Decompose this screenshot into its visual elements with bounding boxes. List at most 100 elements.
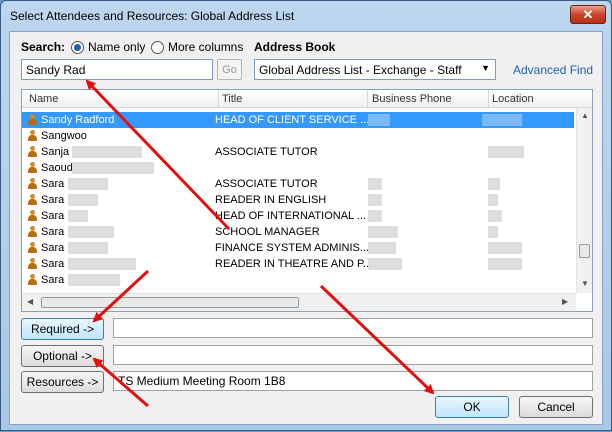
redacted-surname <box>72 146 142 158</box>
required-field[interactable] <box>113 318 593 338</box>
resources-field[interactable]: TS Medium Meeting Room 1B8 <box>113 371 593 391</box>
redacted-location <box>488 146 524 158</box>
redacted-surname <box>68 226 114 238</box>
row-name: Sara <box>41 226 65 238</box>
row-title: HEAD OF INTERNATIONAL ... <box>215 210 366 222</box>
address-book-select[interactable]: Global Address List - Exchange - Staff ▼ <box>254 59 496 80</box>
redacted-location <box>488 242 522 254</box>
table-row[interactable]: Sara READER IN ENGLISH <box>22 192 574 208</box>
scroll-right-icon[interactable]: ▶ <box>562 297 568 306</box>
scroll-thumb[interactable] <box>579 244 590 258</box>
redacted-location <box>488 194 498 206</box>
redacted-location <box>488 210 502 222</box>
row-name: Sangwoo <box>41 130 87 142</box>
ok-button[interactable]: OK <box>435 396 509 418</box>
table-row[interactable]: Saoud <box>22 160 574 176</box>
row-name: Sara <box>41 210 65 222</box>
redacted-surname <box>68 258 136 270</box>
redacted-phone <box>368 194 382 206</box>
address-book-label: Address Book <box>254 40 336 54</box>
row-name: Sara <box>41 258 65 270</box>
radio-name-only-label: Name only <box>88 40 146 54</box>
search-input[interactable]: Sandy Rad <box>21 59 213 80</box>
redacted-phone <box>368 242 396 254</box>
advanced-find-link[interactable]: Advanced Find <box>513 63 593 77</box>
scroll-left-icon[interactable]: ◀ <box>27 297 33 306</box>
column-divider[interactable] <box>488 90 489 108</box>
table-row[interactable]: Sara READER IN THEATRE AND P... <box>22 256 574 272</box>
radio-more-columns[interactable]: More columns <box>151 40 243 54</box>
close-button[interactable]: ✕ <box>570 5 606 24</box>
scroll-thumb[interactable] <box>41 297 299 308</box>
redacted-phone <box>368 114 390 126</box>
list-header: Name Title Business Phone Location <box>22 90 592 108</box>
dropdown-arrow-icon[interactable]: ▼ <box>481 63 490 73</box>
row-title: ASSOCIATE TUTOR <box>215 178 318 190</box>
scroll-up-icon[interactable]: ▲ <box>581 111 589 120</box>
row-title: READER IN THEATRE AND P... <box>215 258 373 270</box>
column-divider[interactable] <box>367 90 368 108</box>
redacted-location <box>482 114 522 126</box>
row-title: READER IN ENGLISH <box>215 194 327 206</box>
contact-icon <box>27 130 38 142</box>
table-row[interactable]: Sara SCHOOL MANAGER <box>22 224 574 240</box>
row-name: Sanja <box>41 146 70 158</box>
redacted-phone <box>368 258 402 270</box>
table-row[interactable]: Sandy Radford HEAD OF CLIENT SERVICE ... <box>22 112 574 128</box>
contact-icon <box>27 258 38 270</box>
address-book-selected: Global Address List - Exchange - Staff <box>259 63 462 77</box>
horizontal-scrollbar[interactable]: ◀ ▶ <box>22 293 576 311</box>
column-header-business-phone[interactable]: Business Phone <box>372 93 452 105</box>
contact-icon <box>27 226 38 238</box>
redacted-surname <box>68 274 120 286</box>
contact-icon <box>27 274 38 286</box>
optional-button[interactable]: Optional -> <box>21 345 104 367</box>
column-header-name[interactable]: Name <box>29 93 58 105</box>
column-header-location[interactable]: Location <box>492 93 534 105</box>
table-row[interactable]: Sangwoo <box>22 128 574 144</box>
redacted-phone <box>368 226 398 238</box>
redacted-phone <box>368 210 382 222</box>
redacted-location <box>488 226 498 238</box>
row-name: Sara <box>41 274 65 286</box>
redacted-surname <box>72 162 154 174</box>
redacted-surname <box>68 178 108 190</box>
contact-icon <box>27 114 38 126</box>
radio-selected-icon <box>71 40 84 54</box>
contact-icon <box>27 162 38 174</box>
required-button[interactable]: Required -> <box>21 318 104 340</box>
go-button[interactable]: Go <box>217 59 242 80</box>
row-name: Sandy Radford <box>41 114 115 126</box>
row-name: Sara <box>41 194 65 206</box>
resources-button[interactable]: Resources -> <box>21 371 104 393</box>
row-name: Sara <box>41 178 65 190</box>
radio-name-only[interactable]: Name only <box>71 40 145 54</box>
window-title: Select Attendees and Resources: Global A… <box>10 9 295 23</box>
address-list[interactable]: Name Title Business Phone Location Sandy… <box>21 89 593 312</box>
table-row[interactable]: Sanja ASSOCIATE TUTOR <box>22 144 574 160</box>
row-title: HEAD OF CLIENT SERVICE ... <box>215 114 370 126</box>
table-row[interactable]: Sara ASSOCIATE TUTOR <box>22 176 574 192</box>
contact-icon <box>27 194 38 206</box>
row-title: ASSOCIATE TUTOR <box>215 146 318 158</box>
search-label: Search: <box>21 40 66 54</box>
vertical-scrollbar[interactable]: ▲ ▼ <box>576 108 592 293</box>
contact-icon <box>27 242 38 254</box>
optional-field[interactable] <box>113 345 593 365</box>
scroll-down-icon[interactable]: ▼ <box>581 279 589 288</box>
redacted-surname <box>68 210 88 222</box>
row-name: Saoud <box>41 162 73 174</box>
table-row[interactable]: Sara HEAD OF INTERNATIONAL ... <box>22 208 574 224</box>
row-name: Sara <box>41 242 65 254</box>
radio-unselected-icon <box>151 40 164 54</box>
column-header-title[interactable]: Title <box>222 93 242 105</box>
title-bar[interactable]: Select Attendees and Resources: Global A… <box>1 1 611 31</box>
column-divider[interactable] <box>218 90 219 108</box>
row-title: FINANCE SYSTEM ADMINIS... <box>215 242 370 254</box>
redacted-surname <box>68 194 98 206</box>
contact-icon <box>27 178 38 190</box>
table-row[interactable]: Sara <box>22 272 574 288</box>
cancel-button[interactable]: Cancel <box>519 396 593 418</box>
table-row[interactable]: Sara FINANCE SYSTEM ADMINIS... <box>22 240 574 256</box>
close-icon: ✕ <box>582 6 594 22</box>
